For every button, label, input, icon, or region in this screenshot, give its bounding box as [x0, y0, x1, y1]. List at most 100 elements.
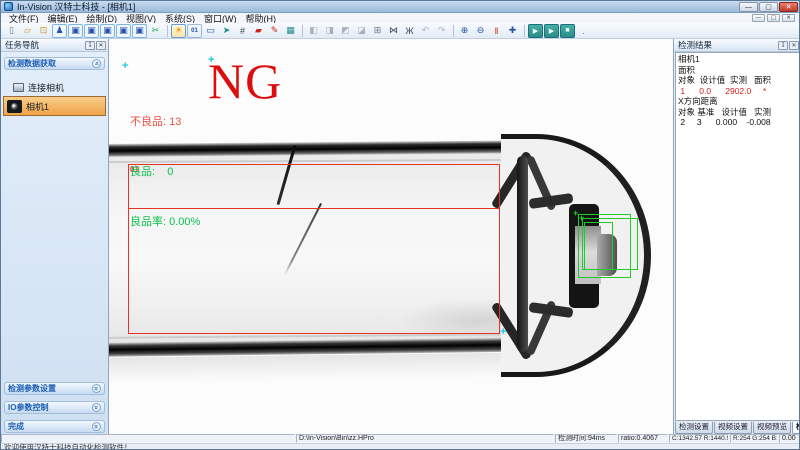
result-line: 1 0.0 2902.0 *	[678, 86, 797, 97]
toolbar: ▯ ▱ ⊡ ♟ ▣ ▣ ▣ ▣ ▣ ✂ ☀ 01 ▭ ➤ #	[1, 23, 800, 39]
measure-icon[interactable]: ‖	[489, 24, 504, 38]
status-bar-fields: D:\In-Vision\Bin\zz.HPro 检测时间:94ms ratio…	[1, 434, 800, 443]
roi-tool-1-icon[interactable]: ▣	[68, 24, 83, 38]
close-button[interactable]: ✕	[779, 2, 798, 12]
toolbar-overflow[interactable]: .	[576, 24, 591, 38]
close-icon[interactable]: ✕	[789, 41, 799, 50]
stats-line: 良品: 0	[130, 166, 200, 179]
application-window: In-Vision 汉特士科技 - [相机1] — ▢ ✕ 文件(F) 编辑(E…	[0, 0, 800, 450]
tube-under-shading	[109, 352, 549, 383]
result-line: 对象 设计值 实测 面积	[678, 75, 797, 86]
flag-2-icon[interactable]: ◨	[322, 24, 337, 38]
nav-section-label: 完成	[8, 421, 24, 432]
nav-item-connect-camera[interactable]: 连接相机	[13, 81, 64, 94]
fit-vertical-icon[interactable]: Ж	[402, 24, 417, 38]
result-line: 相机1	[678, 54, 797, 65]
image-icon[interactable]: ▦	[283, 24, 298, 38]
minimize-button[interactable]: —	[739, 2, 758, 12]
nav-item-camera1[interactable]: 相机1	[3, 96, 106, 116]
cross-marker-icon: +	[579, 213, 584, 223]
camera-capture-icon[interactable]: ♟	[52, 24, 67, 38]
chevron-icon[interactable]: «	[92, 403, 101, 412]
camera1-label: 相机1	[26, 100, 49, 113]
flag-1-icon[interactable]: ◧	[306, 24, 321, 38]
flag-3-icon[interactable]: ◩	[338, 24, 353, 38]
cut-icon[interactable]: ✂	[148, 24, 163, 38]
roi-tool-2-icon[interactable]: ▣	[84, 24, 99, 38]
status-field: D:\In-Vision\Bin\zz.HPro	[296, 434, 554, 443]
nav-section-label: IO参数控制	[8, 402, 48, 413]
status-field: C:1342.57 R:1440.93	[669, 434, 729, 443]
display-01-icon[interactable]: 01	[187, 24, 202, 38]
results-panel-header: 检测结果 ↧ ✕	[674, 39, 800, 52]
status-field: ratio:0.4067	[618, 434, 668, 443]
child-minimize-button[interactable]: —	[752, 14, 765, 22]
grid-icon[interactable]: #	[235, 24, 250, 38]
results-panel-title: 检测结果	[678, 39, 712, 51]
inspection-stats: 不良品: 13 良品: 0 良品率: 0.00%	[130, 66, 200, 254]
undo-icon[interactable]: ↶	[418, 24, 433, 38]
separator	[524, 25, 525, 37]
window-layout-icon[interactable]: ⊞	[370, 24, 385, 38]
results-tab[interactable]: 视频预览	[753, 422, 791, 434]
open-folder-icon[interactable]: ▱	[20, 24, 35, 38]
new-file-icon[interactable]: ▯	[4, 24, 19, 38]
separator	[167, 25, 168, 37]
eraser-icon[interactable]: ▰	[251, 24, 266, 38]
status-field	[1, 434, 295, 443]
nav-section-label: 检测参数设置	[8, 383, 56, 394]
results-tab[interactable]: 视频设置	[714, 422, 752, 434]
nav-section-bar[interactable]: 检测参数设置 «	[4, 382, 105, 395]
pin-icon[interactable]: ↧	[85, 41, 95, 50]
results-tab[interactable]: 检测设置	[675, 422, 713, 434]
detection-results-panel: 检测结果 ↧ ✕ 相机1 面积 对象 设计值 实测 面积 1 0.0 2902.…	[673, 39, 800, 434]
zoom-out-icon[interactable]: ⊖	[473, 24, 488, 38]
status-field: 检测时间:94ms	[555, 434, 617, 443]
chevron-icon[interactable]: «	[92, 384, 101, 393]
step-run-button[interactable]: ▶	[528, 24, 543, 38]
nav-section-bar[interactable]: 检测数据获取 «	[4, 57, 105, 70]
close-icon[interactable]: ✕	[96, 41, 106, 50]
camera-image-viewport[interactable]: 01 + + + + + 不良品: 13 良品: 0 良品率: 0.0	[109, 39, 673, 434]
nav-panel-title: 任务导航	[5, 39, 39, 51]
results-text-area: 相机1 面积 对象 设计值 实测 面积 1 0.0 2902.0 * X方向距离…	[675, 52, 800, 421]
redo-icon[interactable]: ↷	[434, 24, 449, 38]
pointer-icon[interactable]: ➤	[219, 24, 234, 38]
window-controls: — ▢ ✕	[739, 2, 798, 12]
flag-4-icon[interactable]: ◪	[354, 24, 369, 38]
pin-icon[interactable]: ↧	[778, 41, 788, 50]
result-line: 面积	[678, 65, 797, 76]
results-tab[interactable]: 检测结果	[792, 422, 800, 434]
roi-tool-4-icon[interactable]: ▣	[116, 24, 131, 38]
nav-section-bar[interactable]: 完成 «	[4, 420, 105, 433]
nav-section-label: 检测数据获取	[8, 58, 56, 69]
roi-tool-3-icon[interactable]: ▣	[100, 24, 115, 38]
result-line: 2 3 0.000 -0.008	[678, 117, 797, 128]
status-bar-welcome: 欢迎使用汉特士科技自动化检测软件！	[1, 443, 800, 450]
chevron-icon[interactable]: «	[92, 422, 101, 431]
fit-horizontal-icon[interactable]: ⋈	[386, 24, 401, 38]
separator	[453, 25, 454, 37]
child-window-controls: — ▢ ✕	[752, 14, 795, 22]
nav-section-bar[interactable]: IO参数控制 «	[4, 401, 105, 414]
light-bulb-icon[interactable]: ☀	[171, 24, 186, 38]
child-close-button[interactable]: ✕	[782, 14, 795, 22]
pencil-icon[interactable]: ✎	[267, 24, 282, 38]
detection-rect-3	[584, 222, 613, 270]
open-project-icon[interactable]: ⊡	[36, 24, 51, 38]
nav-panel-header: 任务导航 ↧ ✕	[1, 39, 108, 52]
run-button[interactable]: ▶	[544, 24, 559, 38]
cap-flange-band	[517, 156, 528, 352]
child-restore-button[interactable]: ▢	[767, 14, 780, 22]
restore-button[interactable]: ▢	[759, 2, 778, 12]
move-icon[interactable]: ✚	[505, 24, 520, 38]
roi-tool-5-icon[interactable]: ▣	[132, 24, 147, 38]
chevron-icon[interactable]: «	[92, 59, 101, 68]
monitor-icon[interactable]: ▭	[203, 24, 218, 38]
monitor-icon	[13, 83, 24, 92]
task-navigation-panel: 任务导航 ↧ ✕ 检测数据获取 « 检测参数设置 « IO参数控制	[1, 39, 109, 434]
stop-button[interactable]: ■	[560, 24, 575, 38]
zoom-in-icon[interactable]: ⊕	[457, 24, 472, 38]
result-line: X方向距离	[678, 96, 797, 107]
ng-result-label: NG	[208, 56, 282, 106]
